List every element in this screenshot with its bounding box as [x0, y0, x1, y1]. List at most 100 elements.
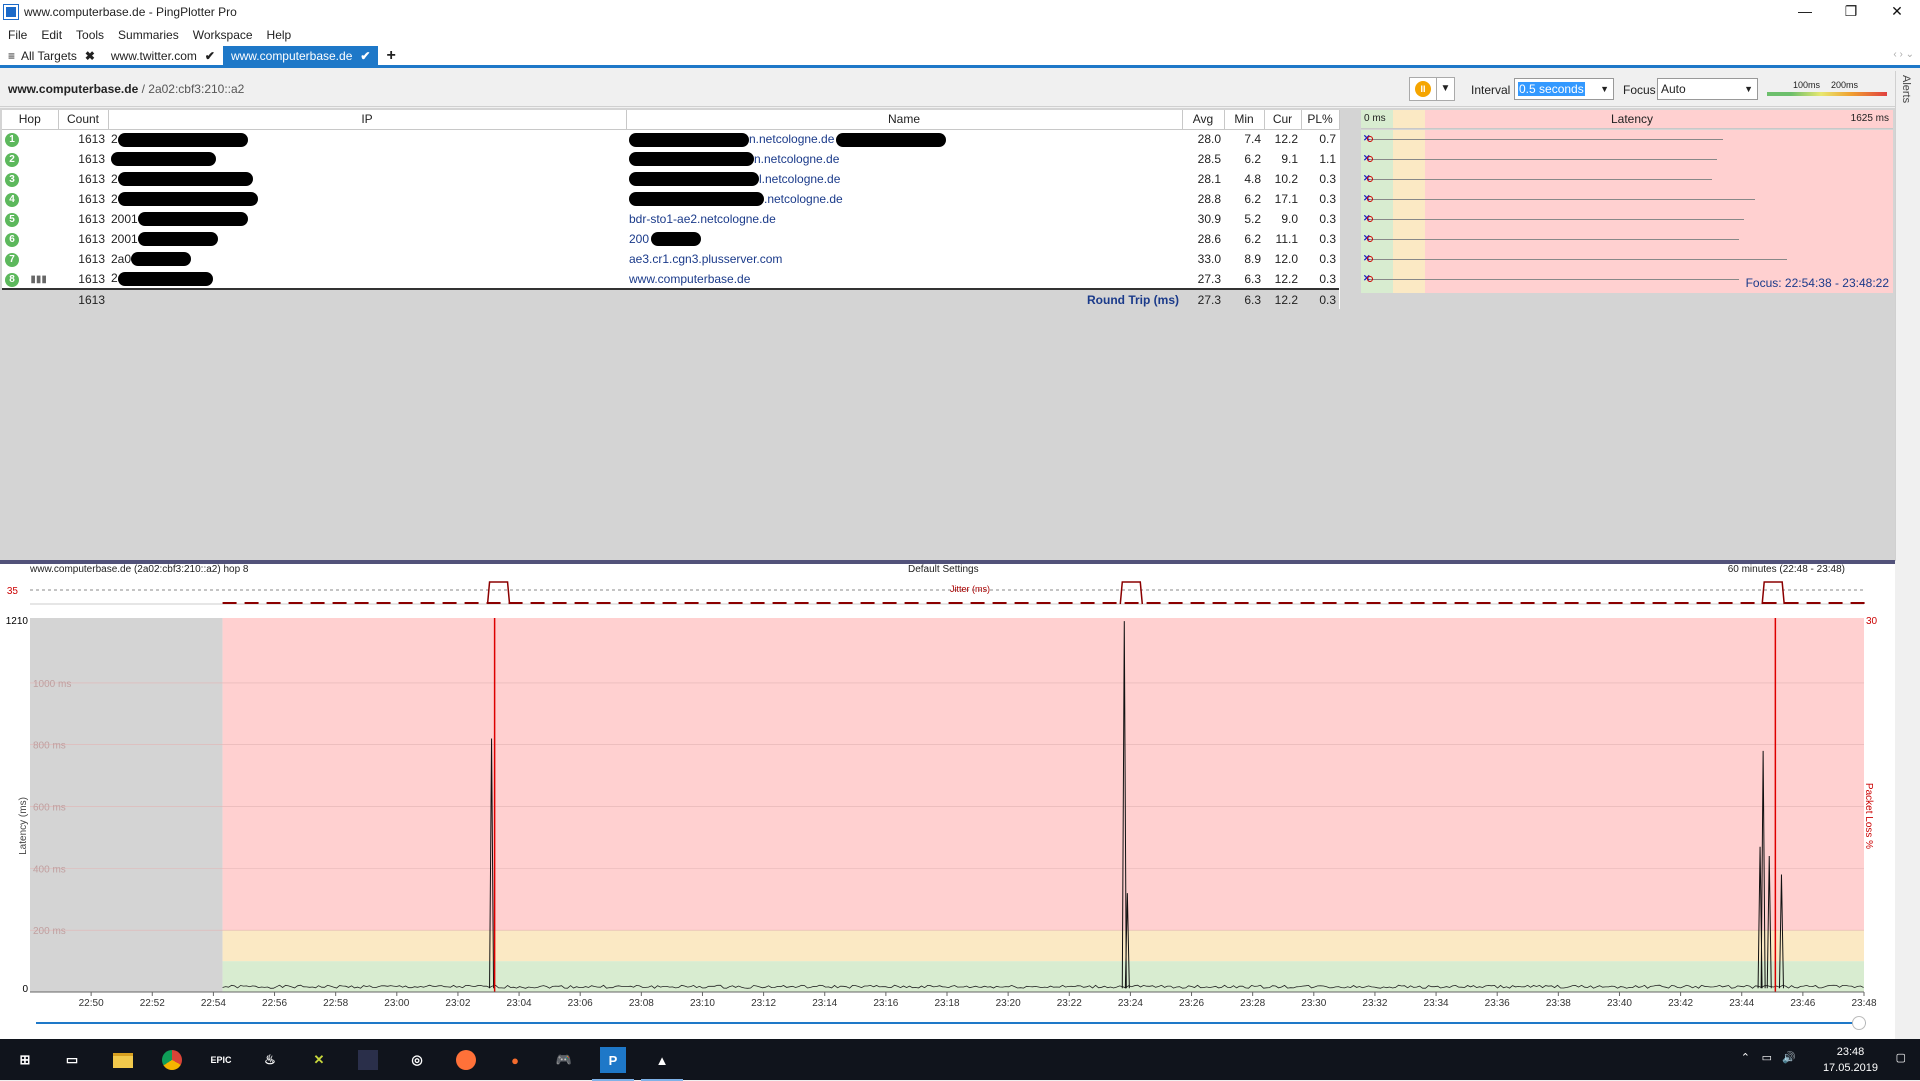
- firefox-icon[interactable]: [453, 1047, 479, 1073]
- check-icon: ✔: [204, 48, 215, 63]
- col-avg[interactable]: Avg: [1182, 110, 1225, 130]
- menu-file[interactable]: File: [8, 28, 27, 42]
- name-cell: ae3.cr1.cgn3.plusserver.com: [626, 249, 1182, 269]
- cur-cell: 10.2: [1274, 172, 1298, 186]
- add-tab-button[interactable]: +: [378, 46, 403, 65]
- app-dark-icon[interactable]: [355, 1047, 381, 1073]
- redacted-name: [836, 132, 947, 147]
- hop-cell: 7: [2, 249, 58, 269]
- origin-icon[interactable]: ●: [502, 1047, 528, 1073]
- windows-start-icon[interactable]: ⊞: [12, 1047, 38, 1073]
- jitter-spike: [486, 581, 511, 605]
- tray-chevron-up-icon[interactable]: ⌃: [1741, 1051, 1750, 1064]
- menu-summaries[interactable]: Summaries: [118, 28, 179, 42]
- steam-icon[interactable]: ♨: [257, 1047, 283, 1073]
- pingplotter-taskbar-icon[interactable]: P: [592, 1047, 634, 1081]
- x-tick-label: 23:06: [568, 998, 593, 1009]
- col-ip[interactable]: IP: [108, 110, 627, 130]
- jitter-label: Jitter (ms): [950, 584, 990, 594]
- col-count[interactable]: Count: [58, 110, 109, 130]
- table-row[interactable]: 5 1613 2001 bdr-sto1-ae2.netcologne.de 30.9 5…: [2, 209, 1339, 229]
- chrome-icon[interactable]: [159, 1047, 185, 1073]
- col-hop[interactable]: Hop: [2, 110, 59, 130]
- ip-cell: 2: [108, 169, 626, 189]
- tab-label: www.computerbase.de: [230, 48, 353, 63]
- focus-label: Focus: [1623, 83, 1656, 97]
- redacted-name: [629, 152, 754, 167]
- ip-cell: 2a0: [108, 249, 626, 269]
- redacted-name: [651, 232, 702, 247]
- col-pl[interactable]: PL%: [1301, 110, 1340, 130]
- menu-edit[interactable]: Edit: [41, 28, 62, 42]
- table-row[interactable]: 8 ▮▮▮ 1613 2 www.computerbase.de 27.3 6.3 12.2…: [2, 269, 1339, 289]
- maximize-button[interactable]: ❐: [1828, 0, 1874, 24]
- network-icon[interactable]: ▭: [1762, 1051, 1772, 1064]
- redacted-ip: [117, 271, 213, 286]
- file-explorer-icon[interactable]: [110, 1047, 136, 1073]
- epic-games-icon[interactable]: EPIC: [208, 1047, 234, 1073]
- photos-icon[interactable]: ▲: [641, 1047, 683, 1081]
- close-icon[interactable]: ✖: [85, 49, 95, 63]
- timeline-scrollbar[interactable]: [36, 1022, 1866, 1024]
- table-row[interactable]: 6 1613 2001 200 28.6 6.2 11.1 0.3: [2, 229, 1339, 249]
- latency-header[interactable]: 0 ms Latency 1625 ms: [1361, 110, 1893, 129]
- minimize-button[interactable]: —: [1782, 0, 1828, 24]
- table-row[interactable]: 2 1613 n.netcologne.de 28.5 6.2 9.1 1.1: [2, 149, 1339, 169]
- y-tick-label: 400 ms: [33, 864, 66, 875]
- timeline-scroll-thumb[interactable]: [1852, 1016, 1866, 1030]
- task-view-icon[interactable]: ▭: [59, 1047, 85, 1073]
- ip-cell: 2001: [108, 229, 626, 249]
- cur-cell: 9.0: [1281, 212, 1298, 226]
- volume-icon[interactable]: 🔊: [1782, 1051, 1796, 1064]
- table-row[interactable]: 1 1613 2 n.netcologne.de 28.0 7.4 12.2 0.7: [2, 129, 1339, 149]
- window-title: www.computerbase.de - PingPlotter Pro: [24, 5, 237, 19]
- tab-scroll-arrows-icon[interactable]: ‹ › ⌄: [1893, 49, 1914, 60]
- name-cell: l.netcologne.de: [626, 169, 1182, 189]
- col-min[interactable]: Min: [1224, 110, 1265, 130]
- ip-prefix: 2: [111, 131, 118, 146]
- focus-select[interactable]: Auto ▼: [1657, 78, 1758, 100]
- interval-select[interactable]: 0.5 seconds ▼: [1514, 78, 1614, 100]
- tab-label: All Targets: [21, 48, 77, 63]
- col-cur[interactable]: Cur: [1264, 110, 1302, 130]
- y-tick-label: 600 ms: [33, 803, 66, 814]
- name-cell: 200: [626, 229, 1182, 249]
- hop-cell: 3: [2, 169, 58, 189]
- pause-dropdown-button[interactable]: ▼: [1436, 78, 1454, 100]
- app-circle-icon[interactable]: ◎: [404, 1047, 430, 1073]
- count-cell: 1613: [78, 152, 105, 166]
- tab-all-targets[interactable]: ≡ All Targets ✖: [0, 46, 103, 65]
- menu-help[interactable]: Help: [267, 28, 292, 42]
- hop-cell: 1: [2, 129, 58, 149]
- notifications-icon[interactable]: ▢: [1896, 1051, 1906, 1064]
- menu-workspace[interactable]: Workspace: [193, 28, 253, 42]
- taskbar-clock[interactable]: 23:48 17.05.2019: [1823, 1044, 1878, 1076]
- alerts-sidebar[interactable]: Alerts: [1895, 71, 1920, 561]
- table-row[interactable]: 3 1613 2 l.netcologne.de 28.1 4.8 10.2 0.3: [2, 169, 1339, 189]
- tab-twitter[interactable]: www.twitter.com ✔: [103, 46, 223, 65]
- x-tick-label: 23:48: [1851, 998, 1876, 1009]
- avg-cell: 28.0: [1197, 132, 1221, 147]
- table-row[interactable]: 4 1613 2 .netcologne.de 28.8 6.2 17.1 0.3: [2, 189, 1339, 209]
- round-trip-summary-row: 1613 Round Trip (ms) 27.3 6.3 12.2 0.3: [2, 288, 1339, 309]
- x-tick-label: 23:30: [1301, 998, 1326, 1009]
- tab-computerbase[interactable]: www.computerbase.de ✔: [222, 46, 379, 65]
- host-name: n.netcologne.de: [749, 131, 835, 146]
- app-gamepad-icon[interactable]: 🎮: [551, 1047, 577, 1073]
- graph-settings-label[interactable]: Default Settings: [908, 564, 979, 575]
- hop-number-badge: 2: [5, 153, 19, 167]
- bar-chart-icon[interactable]: ▮▮▮: [30, 274, 47, 285]
- target-title: www.computerbase.de / 2a02:cbf3:210::a2: [8, 82, 244, 96]
- latency-title: Latency: [1611, 112, 1654, 126]
- menu-tools[interactable]: Tools: [76, 28, 104, 42]
- min-cell: 6.2: [1244, 232, 1261, 246]
- col-name[interactable]: Name: [626, 110, 1183, 130]
- x-tick-label: 23:24: [1118, 998, 1143, 1009]
- table-row[interactable]: 7 1613 2a0 ae3.cr1.cgn3.plusserver.com 33.0 8…: [2, 249, 1339, 269]
- close-button[interactable]: ✕: [1874, 0, 1920, 24]
- latency-timeline-chart[interactable]: 35 Jitter (ms) 1000 ms 800 ms 600 ms 400 ms 20…: [0, 576, 1895, 1026]
- clock-time: 23:48: [1836, 1046, 1865, 1058]
- pause-button[interactable]: II: [1410, 78, 1436, 100]
- app-x-icon[interactable]: ✕: [306, 1047, 332, 1073]
- trace-grid-area: Hop Count IP Name Avg Min Cur PL% 1 1613 2…: [0, 108, 1895, 560]
